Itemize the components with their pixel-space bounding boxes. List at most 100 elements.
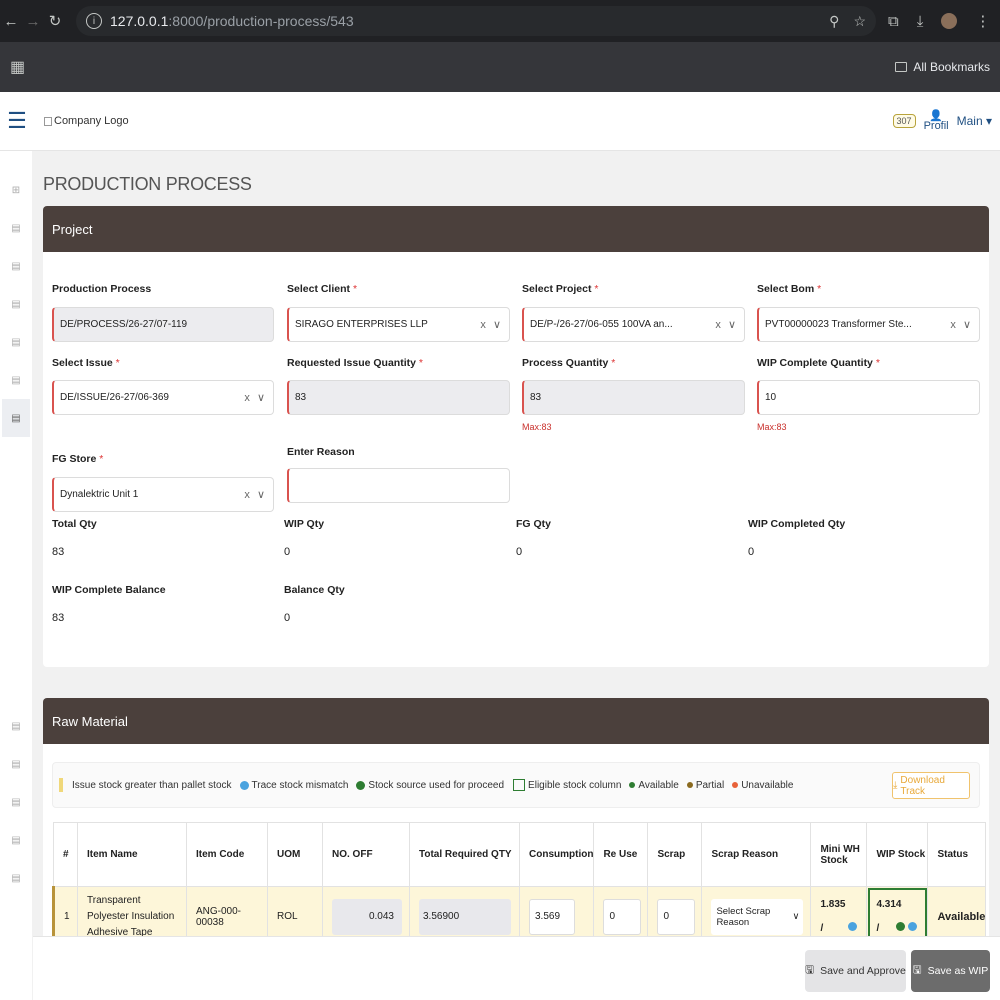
legend-blue-dot-icon: [239, 780, 249, 790]
process-qty-hint: Max:83: [522, 422, 552, 432]
col-total-required: Total Required QTY: [409, 822, 520, 887]
zoom-icon[interactable]: ⚲: [829, 13, 839, 30]
info-icon[interactable]: [848, 921, 857, 931]
folder-icon: [895, 62, 908, 72]
scrap-input[interactable]: 0: [657, 898, 696, 935]
sidebar-item-doc-8[interactable]: ▤: [2, 783, 30, 821]
production-process-label: Production Process: [52, 283, 152, 295]
reload-icon[interactable]: ↻: [44, 12, 66, 30]
sidebar-item-doc-7[interactable]: ▤: [2, 745, 30, 783]
fg-store-select[interactable]: Dynalektric Unit 1 x ∨: [52, 477, 274, 512]
reason-label: Enter Reason: [287, 446, 355, 458]
app-header: ☰ Company Logo 307 👤 Profil Main ▾: [0, 92, 1000, 151]
project-value: DE/P-/26-27/06-055 100VA an...: [530, 319, 673, 330]
profile-avatar[interactable]: [941, 13, 958, 29]
download-icon: ⤓: [893, 780, 898, 791]
apps-icon[interactable]: ▦: [10, 57, 25, 77]
wip-complete-qty-hint: Max:83: [757, 422, 787, 432]
reason-input[interactable]: [287, 468, 510, 503]
bom-select[interactable]: PVT00000023 Transformer Ste... x ∨: [757, 307, 980, 342]
save-as-wip-label: Save as WIP: [927, 965, 989, 977]
process-qty-value: 83: [530, 392, 542, 403]
sidebar-item-doc-10[interactable]: ▤: [2, 859, 30, 897]
process-qty-label: Process Quantity *: [522, 357, 616, 369]
legend-green-square-icon: [513, 779, 526, 791]
requested-qty-value: 83: [295, 392, 307, 403]
broken-image-icon: [44, 116, 52, 126]
sidebar-item-doc-2[interactable]: ▤: [2, 247, 30, 285]
legend-trace: Trace stock mismatch: [251, 779, 349, 791]
project-select[interactable]: DE/P-/26-27/06-055 100VA an... x ∨: [522, 307, 745, 342]
legend-partial: Partial: [695, 779, 725, 791]
col-mini-wh-stock: Mini WH Stock: [810, 822, 868, 887]
status-legend: Issue stock greater than pallet stock Tr…: [52, 762, 980, 808]
requested-qty-field[interactable]: 83: [287, 380, 510, 415]
clear-chevron-icon[interactable]: x ∨: [715, 318, 738, 331]
sidebar-item-doc-3[interactable]: ▤: [2, 285, 30, 323]
total-required-field[interactable]: 3.56900: [419, 898, 511, 935]
url-path: :8000/production-process/543: [168, 13, 354, 29]
wip-complete-qty-label: WIP Complete Quantity *: [757, 357, 880, 369]
sidebar-item-doc-9[interactable]: ▤: [2, 821, 30, 859]
col-wip-stock: WIP Stock: [866, 822, 929, 887]
legend-yellow-bar: [59, 778, 63, 792]
production-process-field[interactable]: DE/PROCESS/26-27/07-119: [52, 307, 274, 342]
page-title: PRODUCTION PROCESS: [43, 174, 252, 194]
info-icon[interactable]: [907, 921, 917, 931]
balance-qty-label: Balance Qty: [284, 584, 345, 596]
col-consumption: Consumption: [518, 822, 595, 887]
clear-chevron-icon[interactable]: x ∨: [950, 318, 973, 331]
profile-image[interactable]: 👤 Profil: [924, 111, 949, 132]
sidebar-item-doc-4[interactable]: ▤: [2, 323, 30, 361]
reuse-input[interactable]: 0: [603, 898, 642, 935]
bookmarks-bar: ▦ All Bookmarks: [0, 42, 1000, 92]
notification-badge[interactable]: 307: [892, 114, 916, 128]
col-scrap: Scrap: [647, 822, 703, 887]
chevron-down-icon: ∨: [792, 911, 800, 922]
save-and-approve-button[interactable]: 🖫 Save and Approve: [805, 950, 906, 992]
clear-chevron-icon[interactable]: x ∨: [244, 391, 267, 404]
main-menu-dropdown[interactable]: Main ▾: [957, 114, 992, 128]
download-track-button[interactable]: ⤓ Download Track: [892, 772, 970, 799]
wip-complete-qty-input[interactable]: 10: [757, 380, 980, 415]
process-qty-field[interactable]: 83: [522, 380, 745, 415]
issue-select[interactable]: DE/ISSUE/26-27/06-369 x ∨: [52, 380, 274, 415]
star-icon[interactable]: ☆: [853, 13, 866, 30]
col-item-name: Item Name: [77, 822, 187, 887]
sidebar-item-production[interactable]: ▤: [2, 399, 30, 437]
client-value: SIRAGO ENTERPRISES LLP: [295, 319, 428, 330]
consumption-input[interactable]: 3.569: [529, 898, 575, 935]
forward-icon[interactable]: →: [22, 13, 44, 30]
clear-chevron-icon[interactable]: x ∨: [244, 488, 267, 501]
sidebar-item-doc-1[interactable]: ▤: [2, 209, 30, 247]
total-qty-label: Total Qty: [52, 518, 97, 530]
bom-value: PVT00000023 Transformer Ste...: [765, 319, 912, 330]
client-label: Select Client *: [287, 283, 358, 295]
all-bookmarks[interactable]: All Bookmarks: [895, 60, 990, 74]
legend-partial-dot-icon: [686, 782, 693, 788]
sidebar-item-doc-5[interactable]: ▤: [2, 361, 30, 399]
legend-issue: Issue stock greater than pallet stock: [72, 779, 232, 791]
sidebar-item-doc-6[interactable]: ▤: [2, 707, 30, 745]
hamburger-icon[interactable]: ☰: [0, 108, 34, 134]
scrap-reason-select[interactable]: Select Scrap Reason ∨: [711, 898, 804, 935]
sidebar-item-dashboard[interactable]: ⊞: [2, 171, 30, 209]
address-bar[interactable]: i 127.0.0.1:8000/production-process/543 …: [76, 6, 876, 36]
all-bookmarks-label: All Bookmarks: [913, 60, 990, 74]
download-icon[interactable]: ⤓: [917, 13, 924, 30]
back-icon[interactable]: ←: [0, 13, 22, 30]
fg-qty-value: 0: [516, 546, 523, 558]
save-as-wip-button[interactable]: 🖫 Save as WIP: [911, 950, 990, 992]
col-item-code: Item Code: [186, 822, 268, 887]
clear-chevron-icon[interactable]: x ∨: [480, 318, 503, 331]
extensions-icon[interactable]: ⧉: [888, 13, 899, 30]
kebab-menu-icon[interactable]: ⋮: [975, 12, 990, 30]
scrap-reason-value: Select Scrap Reason: [716, 905, 771, 928]
wip-qty-label: WIP Qty: [284, 518, 325, 530]
wip-complete-balance-value: 83: [52, 612, 65, 624]
check-circle-icon: [896, 921, 905, 931]
site-info-icon[interactable]: i: [86, 13, 102, 29]
requested-qty-label: Requested Issue Quantity *: [287, 357, 423, 369]
client-select[interactable]: SIRAGO ENTERPRISES LLP x ∨: [287, 307, 510, 342]
no-off-field[interactable]: 0.043: [332, 898, 402, 935]
